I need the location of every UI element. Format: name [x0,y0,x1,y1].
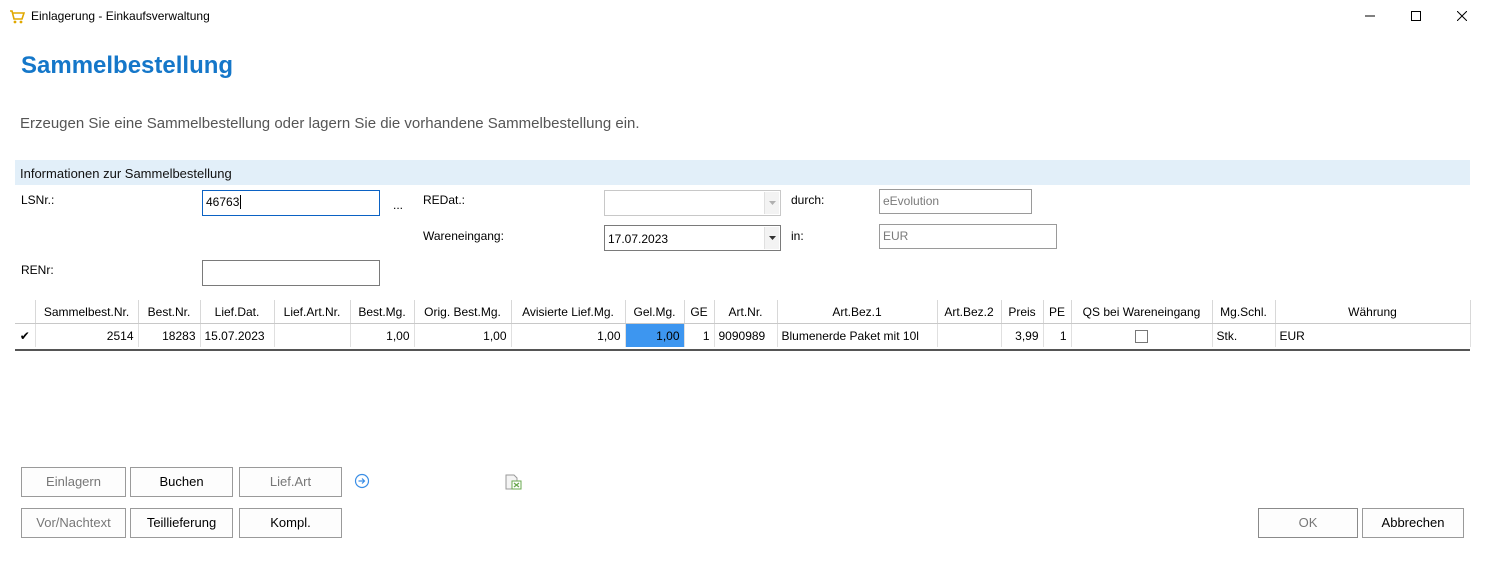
cell-art-bez-2[interactable] [937,323,1002,347]
chevron-down-icon[interactable] [764,227,779,249]
maximize-icon [1411,11,1421,21]
close-button[interactable] [1439,0,1485,32]
column-header[interactable]: Best.Mg. [350,300,415,324]
currency-value: EUR [883,229,909,243]
column-header[interactable]: Orig. Best.Mg. [414,300,512,324]
column-header[interactable]: Mg.Schl. [1212,300,1276,324]
section-title: Informationen zur Sammelbestellung [20,166,232,181]
vor-nachtext-button[interactable]: Vor/Nachtext [21,508,126,538]
column-header[interactable]: Preis [1001,300,1044,324]
einlagern-button[interactable]: Einlagern [21,467,126,497]
column-header[interactable]: Art.Bez.1 [777,300,938,324]
cell-orig-best-mg[interactable]: 1,00 [414,323,512,347]
column-header[interactable]: Lief.Art.Nr. [274,300,351,324]
lsnr-input[interactable]: 46763 [202,190,380,216]
teillieferung-button[interactable]: Teillieferung [130,508,233,538]
abbrechen-button[interactable]: Abbrechen [1362,508,1464,538]
durch-label: durch: [791,193,825,207]
column-header[interactable]: Währung [1275,300,1471,324]
lsnr-value: 46763 [206,195,240,209]
cell-best-nr[interactable]: 18283 [138,323,201,347]
lsnr-label: LSNr.: [21,193,55,207]
column-header[interactable]: Best.Nr. [138,300,201,324]
excel-export-icon[interactable] [504,474,522,490]
column-header[interactable]: Art.Bez.2 [937,300,1002,324]
redat-label: REDat.: [423,193,466,207]
renr-label: RENr: [21,263,54,277]
column-header[interactable]: Gel.Mg. [625,300,685,324]
cell-ge[interactable]: 1 [684,323,715,347]
page-title: Sammelbestellung [21,52,234,79]
column-header[interactable]: GE [684,300,715,324]
column-header[interactable]: Avisierte Lief.Mg. [511,300,626,324]
page-subtitle: Erzeugen Sie eine Sammelbestellung oder … [20,115,640,132]
close-icon [1457,11,1467,21]
lief-art-button[interactable]: Lief.Art [239,467,342,497]
title-bar: Einlagerung - Einkaufsverwaltung [0,0,1485,32]
minimize-icon [1365,15,1375,17]
column-header[interactable]: Lief.Dat. [200,300,275,324]
column-header[interactable]: Sammelbest.Nr. [35,300,139,324]
wareneingang-label: Wareneingang: [423,229,504,243]
wareneingang-datepicker[interactable]: 17.07.2023 [604,225,781,251]
cell-mg-schl[interactable]: Stk. [1212,323,1276,347]
cell-pe[interactable]: 1 [1043,323,1072,347]
cell-avis-lief-mg[interactable]: 1,00 [511,323,626,347]
qs-checkbox[interactable] [1135,329,1148,343]
in-label: in: [791,229,804,243]
minimize-button[interactable] [1347,0,1393,32]
cell-waehrung[interactable]: EUR [1275,323,1471,347]
cell-sammelbest-nr[interactable]: 2514 [35,323,139,347]
column-header[interactable]: QS bei Wareneingang [1071,300,1213,324]
shopping-cart-icon [9,9,26,25]
redat-datepicker[interactable] [604,190,781,216]
durch-input: eEvolution [879,189,1032,214]
maximize-button[interactable] [1393,0,1439,32]
cell-gel-mg[interactable]: 1,00 [625,323,685,347]
table-row[interactable]: ✔ 2514 18283 15.07.2023 1,00 1,00 1,00 1… [15,323,1471,347]
cell-best-mg[interactable]: 1,00 [350,323,415,347]
cell-preis[interactable]: 3,99 [1001,323,1044,347]
grid-header-row: Sammelbest.Nr. Best.Nr. Lief.Dat. Lief.A… [15,300,1471,324]
grid-corner [15,300,36,324]
buchen-button[interactable]: Buchen [130,467,233,497]
cell-art-nr[interactable]: 9090989 [714,323,778,347]
row-marker: ✔ [15,323,36,347]
ok-button[interactable]: OK [1258,508,1358,538]
currency-input: EUR [879,224,1057,249]
order-grid[interactable]: Sammelbest.Nr. Best.Nr. Lief.Dat. Lief.A… [15,300,1471,351]
cell-art-bez-1[interactable]: Blumenerde Paket mit 10l [777,323,938,347]
renr-input[interactable] [202,260,380,286]
column-header[interactable]: PE [1043,300,1072,324]
section-header: Informationen zur Sammelbestellung [15,160,1470,185]
cell-lief-art-nr[interactable] [274,323,351,347]
chevron-down-icon[interactable] [764,192,779,214]
wareneingang-value: 17.07.2023 [608,232,669,246]
window-title: Einlagerung - Einkaufsverwaltung [31,9,210,23]
cell-qs-wareneingang[interactable] [1071,323,1213,347]
kompl-button[interactable]: Kompl. [239,508,342,538]
lsnr-browse-button[interactable]: ... [393,198,403,212]
durch-value: eEvolution [883,194,940,208]
arrow-right-circle-icon[interactable] [354,473,370,489]
cell-lief-dat[interactable]: 15.07.2023 [200,323,275,347]
column-header[interactable]: Art.Nr. [714,300,778,324]
